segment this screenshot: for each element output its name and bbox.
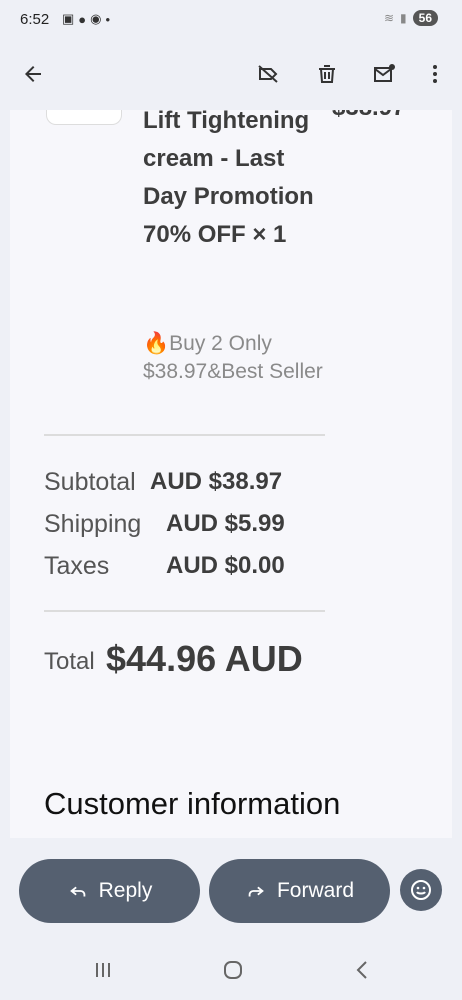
customer-info-heading: Customer information: [44, 786, 341, 821]
status-bar: 6:52 ▣ ● ◉ • ≋ ▮ 56: [0, 0, 462, 40]
app-bar: [0, 40, 462, 110]
emoji-icon[interactable]: [400, 869, 442, 911]
wifi-icon: ≋: [383, 11, 395, 25]
divider: [44, 434, 325, 436]
line-item-price: $38.97: [332, 110, 405, 122]
screenshot-icon: ▣: [62, 11, 75, 26]
total-value: $44.96 AUD: [106, 638, 303, 679]
trash-icon[interactable]: [307, 54, 347, 94]
product-thumbnail: [46, 110, 122, 125]
status-time: 6:52: [20, 11, 50, 28]
back-arrow-icon[interactable]: [13, 54, 53, 94]
reply-label: Reply: [98, 879, 153, 902]
subtotal-value: AUD $38.97: [150, 468, 283, 495]
more-vert-icon[interactable]: [415, 54, 455, 94]
email-body[interactable]: $38.97 Lift Tightening cream - Last Day …: [10, 110, 452, 838]
back-nav-icon[interactable]: [351, 958, 375, 982]
recent-apps-icon[interactable]: [91, 958, 115, 982]
system-nav-bar: [0, 940, 462, 1000]
home-icon[interactable]: [221, 958, 245, 982]
forward-label: Forward: [276, 879, 355, 902]
dot-icon: •: [105, 11, 111, 27]
forward-button[interactable]: Forward: [209, 859, 390, 923]
status-right: ≋ ▮ 56: [384, 10, 438, 26]
divider: [44, 610, 325, 612]
product-title: Lift Tightening cream - Last Day Promoti…: [143, 110, 314, 248]
reply-icon: [69, 886, 85, 897]
notification-icons: ▣ ● ◉ •: [62, 11, 110, 27]
shipping-label: Shipping: [44, 510, 142, 538]
messenger-icon: ◉: [90, 11, 102, 26]
mark-unread-icon[interactable]: [364, 54, 404, 94]
shipping-value: AUD $5.99: [166, 510, 285, 537]
taxes-label: Taxes: [44, 552, 110, 580]
app-icon: ●: [78, 11, 87, 27]
battery-badge: 56: [412, 10, 438, 26]
forward-icon: [248, 886, 264, 897]
reply-button[interactable]: Reply: [19, 859, 200, 923]
signal-icon: ▮: [400, 11, 407, 25]
subtotal-label: Subtotal: [44, 468, 136, 496]
taxes-value: AUD $0.00: [166, 552, 285, 579]
total-label: Total: [44, 648, 95, 675]
product-variant: 🔥Buy 2 Only $38.97&Best Seller: [143, 332, 323, 383]
label-off-icon[interactable]: [248, 54, 288, 94]
